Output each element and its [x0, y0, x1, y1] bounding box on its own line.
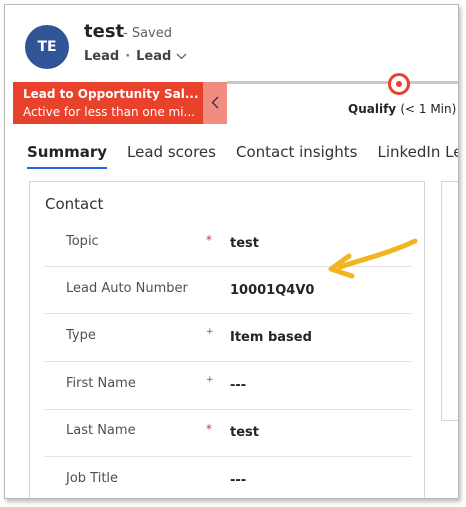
app-window: TE test - Saved Lead · Lead Lead to Oppo… [4, 4, 459, 499]
annotation-arrow [328, 238, 418, 279]
